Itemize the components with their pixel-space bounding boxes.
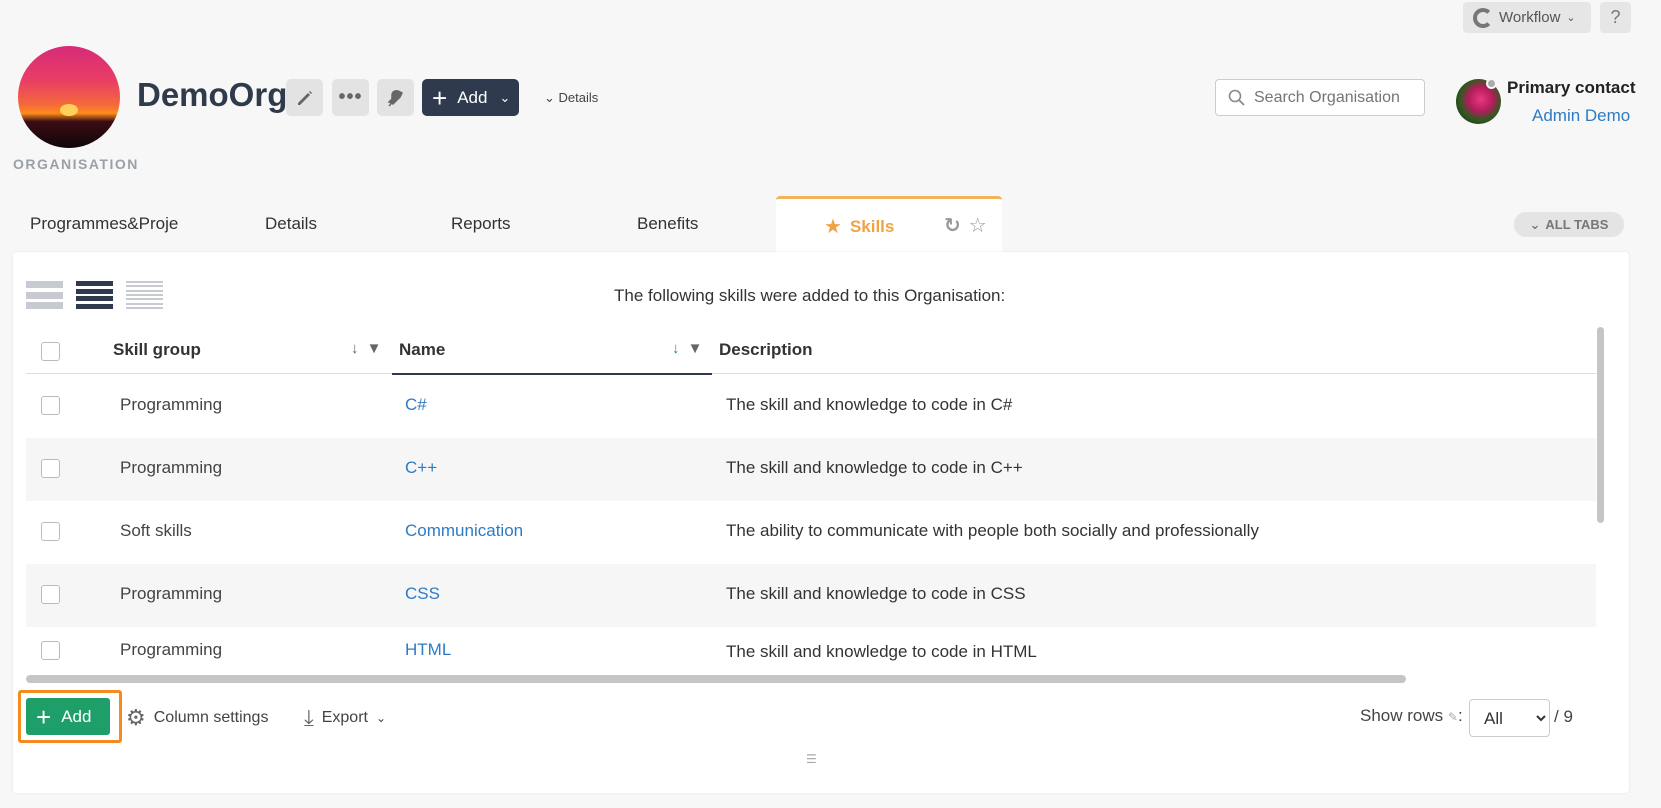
notifications-button[interactable] (377, 79, 414, 116)
export-label: Export (321, 709, 368, 726)
tab-benefits[interactable]: Benefits (637, 214, 698, 234)
skill-description-cell: The ability to communicate with people b… (726, 521, 1259, 540)
add-label: Add (457, 87, 488, 107)
organisation-caption: ORGANISATION (13, 156, 139, 172)
workflow-label: Workflow (1499, 9, 1561, 26)
help-button[interactable]: ? (1600, 2, 1631, 33)
tab-details[interactable]: Details (265, 214, 317, 234)
workflow-icon (1473, 7, 1493, 28)
skill-name-link[interactable]: C# (405, 395, 427, 415)
add-menu-button[interactable]: + Add ⌄ (422, 79, 519, 116)
skill-description-cell: The skill and knowledge to code in HTML (726, 642, 1037, 661)
column-settings-button[interactable]: ⚙ Column settings (126, 705, 268, 731)
view-compact-button[interactable] (76, 281, 113, 309)
details-label: Details (558, 90, 599, 105)
skill-group-cell: Programming (120, 584, 223, 603)
tab-skills-label: Skills (849, 216, 895, 236)
view-comfortable-button[interactable] (26, 281, 63, 309)
gear-icon: ⚙ (126, 705, 146, 730)
more-options-button[interactable]: ••• (332, 79, 369, 116)
name-sort-filter[interactable]: ↓ ▼ (672, 340, 703, 357)
table-row[interactable]: Programming CSS The skill and knowledge … (26, 564, 1596, 627)
search-icon (1228, 89, 1245, 106)
sort-down-icon[interactable]: ↓ (672, 340, 680, 357)
all-tabs-label: ALL TABS (1545, 217, 1609, 232)
chevron-down-icon: ⌄ (499, 89, 511, 105)
row-checkbox[interactable] (41, 396, 60, 415)
page-title: DemoOrg (137, 76, 288, 113)
show-rows-label: Show rows ✎: (1360, 706, 1463, 725)
ellipsis-icon: ••• (338, 86, 363, 108)
skill-group-cell: Programming (120, 640, 223, 659)
tab-skills[interactable]: ★ Skills ↻ ☆ (776, 196, 1002, 254)
edit-icon: ✎ (1447, 710, 1458, 724)
rows-total: / 9 (1554, 707, 1573, 726)
row-checkbox[interactable] (41, 522, 60, 541)
filter-icon[interactable]: ▼ (688, 340, 703, 357)
row-checkbox[interactable] (41, 585, 60, 604)
show-rows-text: Show rows (1360, 706, 1444, 725)
primary-contact-link[interactable]: Admin Demo (1532, 106, 1630, 126)
chevron-down-icon: ⌄ (544, 90, 555, 105)
skill-description-cell: The skill and knowledge to code in C++ (726, 458, 1023, 477)
skill-name-link[interactable]: C++ (405, 458, 437, 478)
row-checkbox[interactable] (41, 641, 60, 660)
select-all-checkbox[interactable] (41, 342, 60, 361)
chevron-down-icon: ⌄ (1529, 216, 1541, 232)
show-rows-select[interactable]: All (1469, 699, 1550, 737)
skills-icon: ★ (824, 216, 842, 238)
row-checkbox[interactable] (41, 459, 60, 478)
pencil-icon (297, 90, 312, 105)
chevron-down-icon: ⌄ (375, 711, 387, 725)
table-row[interactable]: Programming C++ The skill and knowledge … (26, 438, 1596, 501)
skill-group-cell: Programming (120, 458, 223, 477)
column-header-skill-group[interactable]: Skill group (113, 340, 201, 360)
workflow-button[interactable]: Workflow ⌄ (1463, 2, 1591, 33)
all-tabs-button[interactable]: ⌄ ALL TABS (1514, 212, 1624, 237)
column-header-description[interactable]: Description (719, 340, 813, 360)
table-row[interactable]: Soft skills Communication The ability to… (26, 501, 1596, 564)
download-icon: ⤓ (304, 705, 314, 730)
skill-group-sort-filter[interactable]: ↓ ▼ (351, 340, 382, 357)
skill-group-cell: Soft skills (120, 521, 192, 540)
resize-handle-icon[interactable]: ☰ (806, 752, 817, 766)
primary-contact-label: Primary contact (1507, 78, 1636, 97)
skill-group-cell: Programming (120, 395, 223, 414)
tab-programmes[interactable]: Programmes&Proje (30, 214, 178, 234)
details-toggle[interactable]: ⌄ Details (544, 90, 598, 106)
skill-description-cell: The skill and knowledge to code in C# (726, 395, 1013, 414)
add-skill-label: Add (61, 706, 92, 726)
sort-down-icon[interactable]: ↓ (351, 340, 359, 357)
skill-name-link[interactable]: Communication (405, 521, 523, 541)
skill-name-link[interactable]: CSS (405, 584, 440, 604)
filter-icon[interactable]: ▼ (367, 340, 382, 357)
edit-button[interactable] (286, 79, 323, 116)
search-field[interactable] (1215, 79, 1425, 116)
star-icon[interactable]: ☆ (969, 213, 987, 238)
plus-icon: + (432, 82, 448, 113)
bell-icon (387, 89, 403, 107)
horizontal-scrollbar[interactable] (26, 675, 1406, 683)
add-skill-button[interactable]: + Add (26, 698, 110, 735)
vertical-scrollbar[interactable] (1597, 327, 1604, 523)
table-row[interactable]: Programming HTML The skill and knowledge… (26, 627, 1596, 673)
panel-intro: The following skills were added to this … (614, 286, 1006, 305)
column-header-name[interactable]: Name (399, 340, 445, 360)
organisation-avatar (18, 46, 120, 148)
view-dense-button[interactable] (126, 281, 163, 309)
tab-reports[interactable]: Reports (451, 214, 511, 234)
column-settings-label: Column settings (153, 709, 269, 726)
refresh-icon[interactable]: ↻ (944, 213, 961, 238)
chevron-down-icon: ⌄ (1566, 12, 1576, 24)
plus-icon: + (36, 701, 52, 732)
search-input[interactable] (1254, 88, 1414, 107)
table-header: Skill group ↓ ▼ Name ↓ ▼ Description (26, 330, 1596, 374)
table-row[interactable]: Programming C# The skill and knowledge t… (26, 375, 1596, 438)
status-indicator (1486, 78, 1497, 89)
skill-name-link[interactable]: HTML (405, 640, 451, 660)
skill-description-cell: The skill and knowledge to code in CSS (726, 584, 1026, 603)
export-button[interactable]: ⤓ Export ⌄ (304, 705, 386, 731)
